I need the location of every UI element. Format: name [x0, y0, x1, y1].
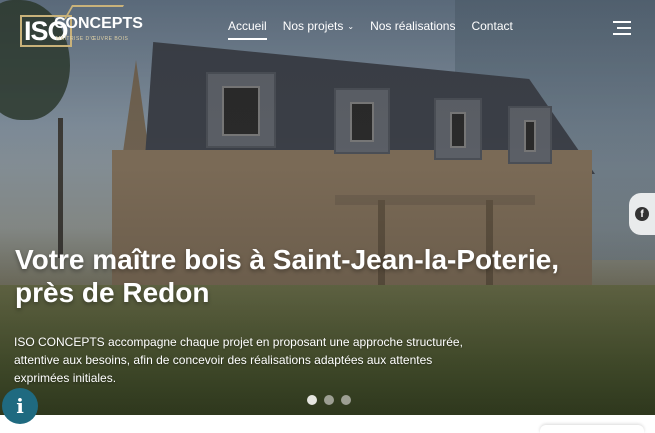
facebook-tab[interactable]: f — [629, 193, 655, 235]
logo-tagline: MAÎTRISE D'ŒUVRE BOIS — [56, 36, 129, 42]
slider-dot[interactable] — [341, 395, 351, 405]
logo-concepts: CONCEPTS — [54, 15, 143, 32]
nav-item-contact[interactable]: Contact — [471, 19, 512, 40]
nav-item-nos-projets[interactable]: Nos projets ⌄ — [283, 19, 354, 40]
site-logo[interactable]: ISO CONCEPTS MAÎTRISE D'ŒUVRE BOIS — [20, 5, 143, 51]
slider-dot[interactable] — [307, 395, 317, 405]
slider-dots — [307, 395, 351, 405]
hero-description: ISO CONCEPTS accompagne chaque projet en… — [14, 335, 463, 385]
slider-dot[interactable] — [324, 395, 334, 405]
nav-item-accueil[interactable]: Accueil — [228, 19, 267, 40]
hamburger-menu-icon[interactable] — [613, 21, 631, 35]
chevron-down-icon: ⌄ — [347, 22, 355, 32]
info-icon[interactable]: i — [2, 388, 38, 424]
nav-item-nos-realisations[interactable]: Nos réalisations — [370, 19, 455, 40]
hero-title: Votre maître bois à Saint-Jean-la-Poteri… — [15, 244, 560, 308]
main-nav: Accueil Nos projets ⌄ Nos réalisations Co… — [228, 19, 513, 40]
facebook-icon: f — [635, 207, 649, 221]
card-peek — [540, 425, 644, 433]
